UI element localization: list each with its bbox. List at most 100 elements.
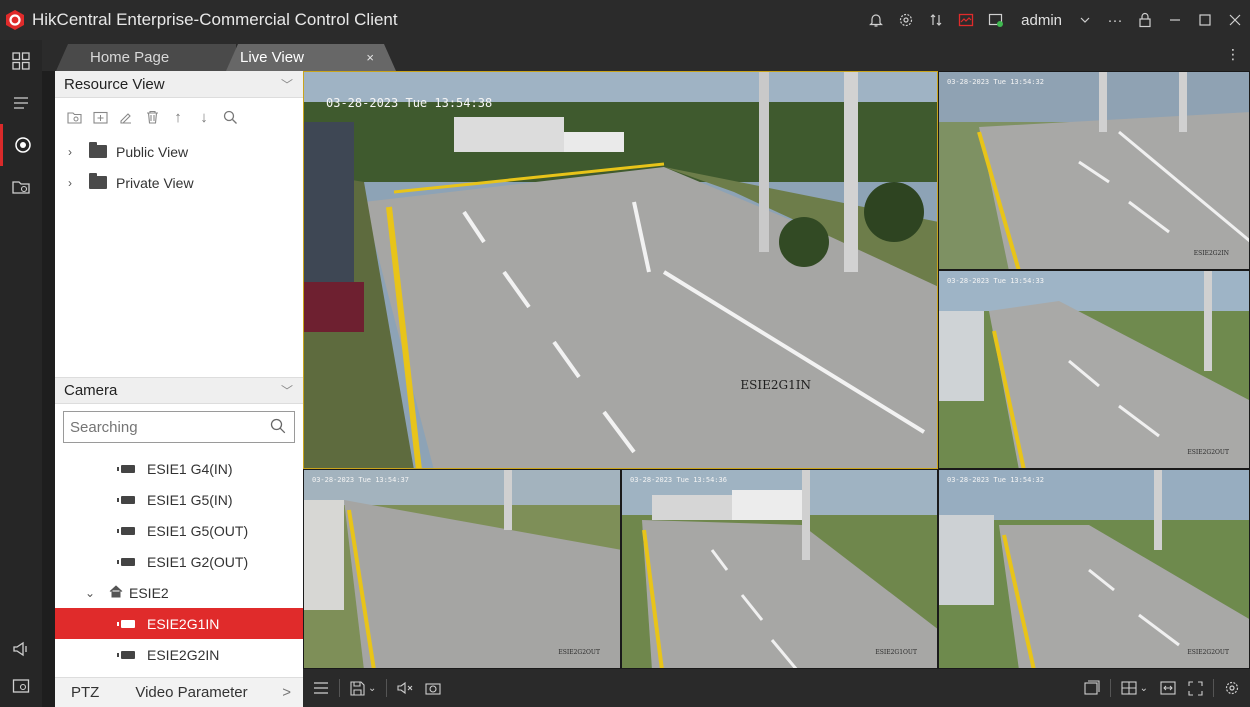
save-view-icon[interactable]: ⌄	[344, 669, 382, 707]
add-view-icon[interactable]	[63, 106, 85, 128]
camera-item[interactable]: ESIE1 G2(OUT)	[55, 546, 303, 577]
ptz-tab[interactable]: PTZ	[55, 684, 99, 701]
video-timestamp: 03-28-2023 Tue 13:54:33	[947, 277, 1044, 285]
chevron-right-icon[interactable]: ›	[63, 145, 77, 159]
tab-more-icon[interactable]: ⋮	[1226, 46, 1240, 63]
camera-list: ESIE1 G4(IN) ESIE1 G5(IN) ESIE1 G5(OUT) …	[55, 453, 303, 670]
add-folder-icon[interactable]	[89, 106, 111, 128]
camera-feed-image	[939, 271, 1249, 468]
menu-list-icon[interactable]	[0, 82, 42, 124]
camera-label: ESIE1 G5(IN)	[147, 491, 233, 508]
transfer-icon[interactable]	[921, 0, 951, 40]
camera-icon	[117, 557, 135, 566]
chevron-right-icon[interactable]: >	[282, 684, 291, 701]
title-bar: HikCentral Enterprise-Commercial Control…	[0, 0, 1250, 40]
delete-icon[interactable]	[141, 106, 163, 128]
camera-item[interactable]: ESIE1 G4(IN)	[55, 453, 303, 484]
divider	[339, 679, 340, 697]
lock-icon[interactable]	[1130, 0, 1160, 40]
more-icon[interactable]: ···	[1100, 0, 1130, 40]
tab-label: Live View	[240, 49, 304, 66]
window-mode-icon[interactable]	[1078, 669, 1106, 707]
user-name[interactable]: admin	[1011, 12, 1070, 29]
chevron-down-icon[interactable]	[1070, 0, 1100, 40]
video-tile-main[interactable]: 03-28-2023 Tue 13:54:38 ESIE2G1IN	[303, 71, 938, 469]
minimize-icon[interactable]	[1160, 0, 1190, 40]
search-icon[interactable]	[219, 106, 241, 128]
tab-label: Home Page	[90, 49, 170, 66]
chevron-down-icon[interactable]: ﹀	[281, 76, 293, 93]
camera-item[interactable]: ESIE1 G5(OUT)	[55, 515, 303, 546]
video-timestamp: 03-28-2023 Tue 13:54:32	[947, 476, 1044, 484]
camera-label: ESIE2G1IN	[147, 615, 220, 632]
modules-grid-icon[interactable]	[0, 40, 42, 82]
settings-icon[interactable]	[1218, 669, 1246, 707]
record-folder-icon[interactable]	[0, 665, 42, 707]
settings-icon[interactable]	[891, 0, 921, 40]
video-tile[interactable]: 03-28-2023 Tue 13:54:32 ESIE2G2OUT	[938, 469, 1250, 669]
video-tile[interactable]: 03-28-2023 Tue 13:54:37 ESIE2G2OUT	[303, 469, 621, 669]
tab-home-page[interactable]: Home Page	[56, 44, 236, 71]
tree-item-private-view[interactable]: › Private View	[55, 167, 303, 198]
tab-live-view[interactable]: Live View ×	[226, 44, 396, 71]
camera-group-esie2[interactable]: ⌄ ESIE2	[55, 577, 303, 608]
move-up-icon[interactable]: ↑	[167, 106, 189, 128]
camera-search-box	[63, 411, 295, 443]
camera-icon	[117, 526, 135, 535]
capture-icon[interactable]	[419, 669, 447, 707]
chevron-down-icon[interactable]: ﹀	[281, 382, 293, 399]
bell-icon[interactable]	[861, 0, 891, 40]
chevron-right-icon[interactable]: ›	[63, 176, 77, 190]
fullscreen-icon[interactable]	[1182, 669, 1209, 707]
camera-feed-image	[304, 72, 937, 468]
tab-close-icon[interactable]: ×	[366, 50, 374, 65]
close-icon[interactable]	[1220, 0, 1250, 40]
camera-title: Camera	[64, 382, 118, 399]
camera-item-selected[interactable]: ESIE2G1IN	[55, 608, 303, 639]
resource-toolbar: ↑ ↓	[55, 98, 303, 136]
camera-feed-image	[939, 470, 1249, 668]
video-timestamp: 03-28-2023 Tue 13:54:36	[630, 476, 727, 484]
camera-overlay-label: ESIE2G2OUT	[1187, 649, 1229, 656]
broadcast-icon[interactable]	[0, 628, 42, 670]
tree-item-public-view[interactable]: › Public View	[55, 136, 303, 167]
camera-feed-image	[939, 72, 1249, 269]
screen-status-icon[interactable]	[981, 0, 1011, 40]
search-icon[interactable]	[270, 418, 286, 434]
tree-item-label: Public View	[116, 143, 189, 160]
chevron-down-icon[interactable]: ⌄	[83, 586, 97, 600]
app-logo-icon	[6, 10, 24, 30]
video-tile[interactable]: 03-28-2023 Tue 13:54:32 ESIE2G2IN	[938, 71, 1250, 270]
video-parameter-tab[interactable]: Video Parameter	[99, 684, 247, 701]
camera-overlay-label: ESIE2G2OUT	[1187, 449, 1229, 456]
app-title: HikCentral Enterprise-Commercial Control…	[32, 10, 398, 29]
camera-search-input[interactable]	[70, 418, 250, 436]
fit-window-icon[interactable]	[1154, 669, 1182, 707]
camera-overlay-label: ESIE2G1IN	[740, 378, 811, 392]
camera-header[interactable]: Camera ﹀	[55, 377, 303, 404]
live-view-icon[interactable]	[0, 124, 42, 166]
edit-icon[interactable]	[115, 106, 137, 128]
layout-grid-icon[interactable]: ⌄	[1115, 669, 1154, 707]
resource-view-header[interactable]: Resource View ﹀	[55, 71, 303, 98]
camera-label: ESIE1 G2(OUT)	[147, 553, 249, 570]
move-down-icon[interactable]: ↓	[193, 106, 215, 128]
resource-view-title: Resource View	[64, 75, 165, 93]
camera-label: ESIE2G2IN	[147, 646, 220, 663]
camera-label: ESIE1 G5(OUT)	[147, 522, 249, 539]
video-timestamp: 03-28-2023 Tue 13:54:32	[947, 78, 1044, 86]
playback-folder-icon[interactable]	[0, 166, 42, 208]
left-rail	[0, 40, 42, 707]
camera-overlay-label: ESIE2G2IN	[1193, 250, 1229, 257]
video-tile[interactable]: 03-28-2023 Tue 13:54:33 ESIE2G2OUT	[938, 270, 1250, 469]
camera-item[interactable]: ESIE1 G5(IN)	[55, 484, 303, 515]
video-tile[interactable]: 03-28-2023 Tue 13:54:36 ESIE2G1OUT	[621, 469, 938, 669]
mute-icon[interactable]	[391, 669, 419, 707]
list-toggle-icon[interactable]	[303, 669, 335, 707]
live-view-toolbar: ⌄ ⌄	[303, 669, 1250, 707]
maximize-icon[interactable]	[1190, 0, 1220, 40]
alarm-monitor-icon[interactable]	[951, 0, 981, 40]
camera-feed-image	[622, 470, 937, 668]
camera-item[interactable]: ESIE2G2IN	[55, 639, 303, 670]
folder-icon	[89, 142, 107, 158]
